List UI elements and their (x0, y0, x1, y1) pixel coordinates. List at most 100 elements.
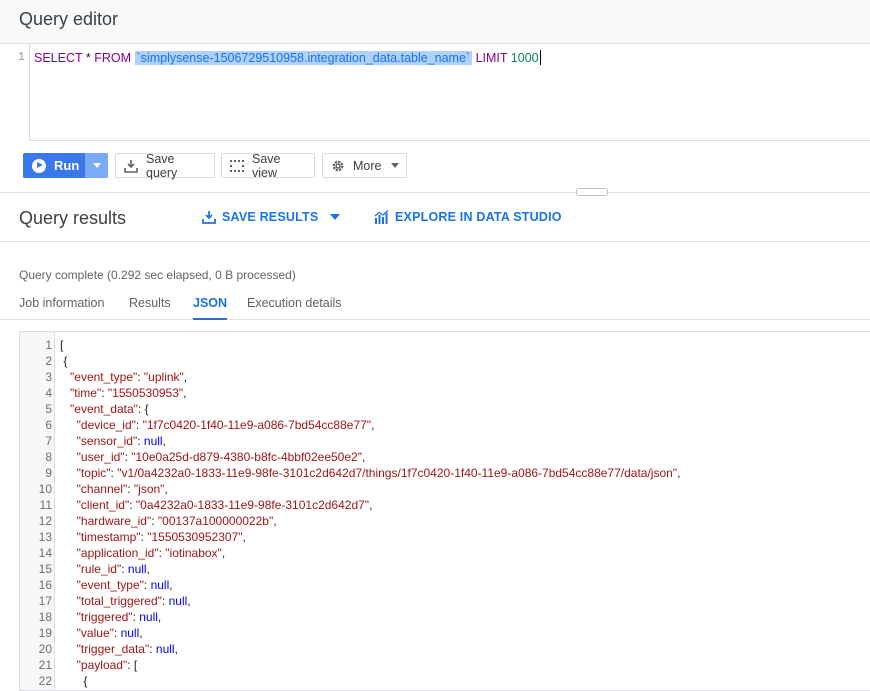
json-line: 16 "event_type": null, (20, 577, 860, 593)
json-line: 15 "rule_id": null, (20, 561, 860, 577)
json-comma: , (183, 370, 188, 384)
json-line-code: "client_id": "0a4232a0-1833-11e9-98fe-31… (60, 497, 373, 513)
query-status: Query complete (0.292 sec elapsed, 0 B p… (19, 268, 296, 282)
json-line-code: "value": null, (60, 625, 143, 641)
json-line-number: 20 (38, 642, 52, 656)
json-value: "10e0a25d-d879-4380-b8fc-4bbf02ee50e2" (131, 450, 362, 464)
sql-query-line[interactable]: SELECT * FROM `simplysense-1506729510958… (34, 50, 541, 65)
more-button[interactable]: More (322, 153, 407, 178)
json-line-number: 4 (45, 386, 52, 400)
json-line: 1[ (20, 337, 860, 353)
sql-keyword-from: FROM (94, 51, 132, 65)
json-key: "value" (76, 626, 114, 640)
json-value: "uplink" (143, 370, 184, 384)
json-line: 6 "device_id": "1f7c0420-1f40-11e9-a086-… (20, 417, 860, 433)
json-line-code: { (60, 353, 67, 369)
json-colon: : (143, 578, 151, 592)
json-line: 5 "event_data": { (20, 401, 860, 417)
json-comma: , (361, 450, 366, 464)
editor-toolbar: Run Save query Save view More (0, 142, 870, 192)
json-comma: , (242, 530, 246, 544)
tab-execution-details[interactable]: Execution details (247, 296, 342, 320)
tab-job-information[interactable]: Job information (19, 296, 104, 320)
json-value: null (155, 642, 175, 656)
json-key: "hardware_id" (76, 514, 152, 528)
json-line-code: "triggered": null, (60, 609, 162, 625)
json-line: 9 "topic": "v1/0a4232a0-1833-11e9-98fe-3… (20, 465, 860, 481)
save-view-button[interactable]: Save view (221, 152, 315, 180)
json-bracket: { (83, 674, 88, 688)
json-line-number: 3 (45, 370, 52, 384)
download-icon (124, 159, 138, 173)
json-line-code: "payload": [ (60, 657, 138, 673)
json-colon: : (135, 418, 143, 432)
json-line-number: 8 (45, 450, 52, 464)
json-line: 13 "timestamp": "1550530952307", (20, 529, 860, 545)
json-colon: : (161, 594, 169, 608)
save-results-button[interactable]: SAVE RESULTS (202, 210, 341, 224)
json-value: "1550530953" (107, 386, 184, 400)
run-button[interactable]: Run (23, 153, 85, 178)
json-key: "total_triggered" (76, 594, 162, 608)
json-colon: : (127, 482, 134, 496)
json-comma: , (146, 562, 150, 576)
tab-json[interactable]: JSON (193, 296, 228, 320)
json-colon: : (129, 498, 136, 512)
json-line-code: "user_id": "10e0a25d-d879-4380-b8fc-4bbf… (60, 449, 366, 465)
json-line-code: "timestamp": "1550530952307", (60, 529, 246, 545)
json-key: "topic" (76, 466, 111, 480)
json-line: 18 "triggered": null, (20, 609, 860, 625)
results-tabs: Job information Results JSON Execution d… (0, 290, 870, 320)
json-value: null (168, 594, 188, 608)
sql-star: * (82, 51, 95, 65)
json-comma: , (183, 386, 187, 400)
json-line: 8 "user_id": "10e0a25d-d879-4380-b8fc-4b… (20, 449, 860, 465)
json-line: 19 "value": null, (20, 625, 860, 641)
json-line: 7 "sensor_id": null, (20, 433, 860, 449)
json-value: null (139, 610, 158, 624)
query-editor-title: Query editor (19, 9, 119, 29)
json-value: null (127, 562, 147, 576)
json-line-number: 7 (45, 434, 52, 448)
save-query-button[interactable]: Save query (115, 152, 215, 180)
json-key: "channel" (76, 482, 128, 496)
tab-results[interactable]: Results (129, 296, 171, 320)
json-line: 14 "application_id": "iotinabox", (20, 545, 860, 561)
json-key: "client_id" (76, 498, 130, 512)
json-key: "rule_id" (76, 562, 122, 576)
chevron-down-icon (92, 163, 101, 168)
run-button-label: Run (54, 158, 80, 173)
sql-table-reference[interactable]: `simplysense-1506729510958.integration_d… (134, 51, 473, 65)
explore-data-studio-button[interactable]: EXPLORE IN DATA STUDIO (374, 210, 562, 224)
json-line-number: 15 (38, 562, 52, 576)
json-colon: : (137, 434, 144, 448)
json-viewer[interactable]: 1[2 {3 "event_type": "uplink", 4 "time": … (19, 331, 870, 691)
json-colon: : (149, 642, 156, 656)
json-value: null (143, 434, 163, 448)
more-label: More (353, 158, 382, 173)
json-line: 20 "trigger_data": null, (20, 641, 860, 657)
json-line-code: "time": "1550530953", (60, 385, 187, 401)
run-options-dropdown[interactable] (85, 153, 108, 178)
sql-editor[interactable]: 1 SELECT * FROM `simplysense-15067295109… (0, 44, 870, 141)
json-value: null (150, 578, 170, 592)
json-line-code: "event_data": { (60, 401, 149, 417)
json-line-code: "event_type": "uplink", (60, 369, 187, 385)
json-value: null (120, 626, 140, 640)
query-editor-header: Query editor (0, 0, 870, 44)
json-line-number: 19 (38, 626, 52, 640)
json-key: "application_id" (76, 546, 159, 560)
json-line-code: "hardware_id": "00137a100000022b", (60, 513, 277, 529)
editor-line-number: 1 (17, 50, 25, 64)
json-value: "00137a100000022b" (157, 514, 274, 528)
json-comma: , (677, 466, 681, 480)
json-line-number: 1 (45, 338, 52, 352)
json-key: "trigger_data" (76, 642, 150, 656)
json-line: 10 "channel": "json", (20, 481, 860, 497)
json-value: "0a4232a0-1833-11e9-98fe-3101c2d642d7" (135, 498, 370, 512)
json-line: 17 "total_triggered": null, (20, 593, 860, 609)
editor-gutter: 1 (0, 44, 30, 141)
grid-icon (230, 159, 244, 173)
json-line-number: 12 (38, 514, 52, 528)
sql-keyword-select: SELECT (34, 51, 83, 65)
